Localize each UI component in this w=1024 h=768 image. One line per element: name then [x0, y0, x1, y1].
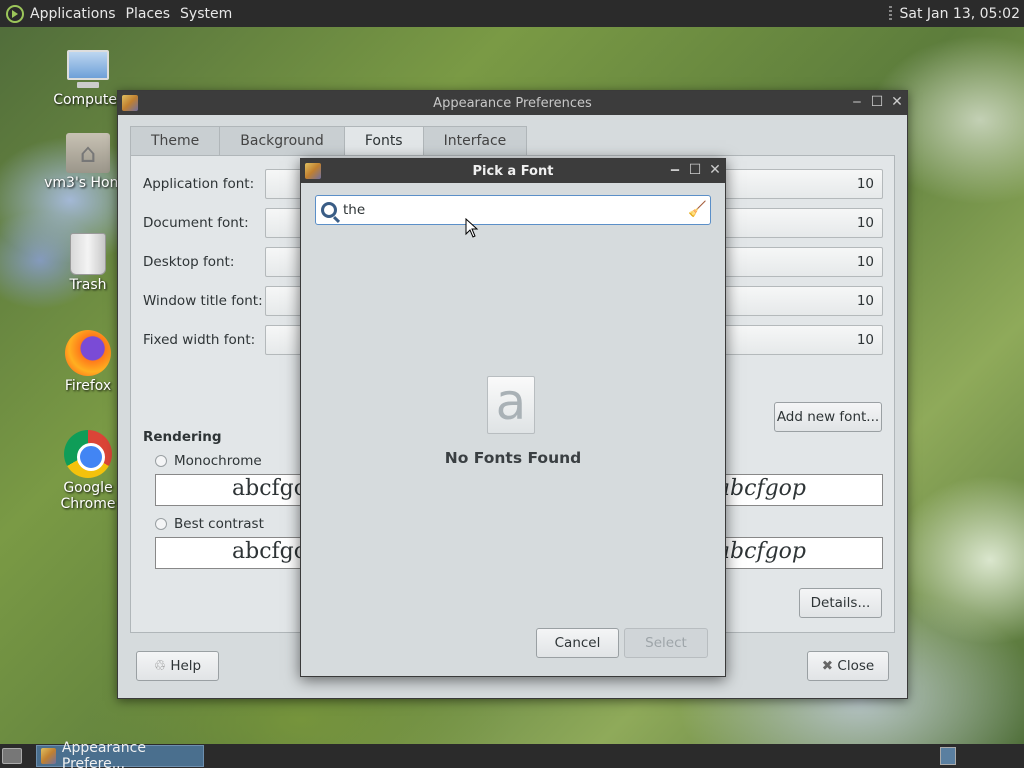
rendering-heading: Rendering	[143, 429, 222, 445]
sample-text-right: abcfgop	[716, 476, 806, 501]
maximize-icon[interactable]: ☐	[687, 162, 703, 178]
dialog-title: Pick a Font	[472, 163, 554, 179]
close-button[interactable]: ✖ Close	[807, 651, 889, 681]
font-size: 10	[856, 215, 874, 231]
radio-button[interactable]	[155, 518, 167, 530]
font-size: 10	[856, 332, 874, 348]
tab-fonts[interactable]: Fonts	[343, 126, 424, 157]
workspace-switcher-icon[interactable]	[940, 747, 956, 765]
tab-background[interactable]: Background	[219, 126, 345, 156]
close-x-icon: ✖	[821, 658, 838, 674]
panel-grip-icon	[888, 5, 892, 22]
search-value: the	[343, 202, 366, 218]
help-button[interactable]: ♲ Help	[136, 651, 219, 681]
firefox-icon	[65, 330, 111, 376]
dialog-titlebar[interactable]: Pick a Font ‒ ☐ ✕	[301, 159, 725, 183]
select-button[interactable]: Select	[624, 628, 708, 658]
appearance-app-icon	[122, 95, 138, 111]
font-search-input[interactable]: the 🧹	[315, 195, 711, 225]
close-icon[interactable]: ✕	[889, 94, 905, 110]
radio-label: Best contrast	[174, 516, 264, 532]
taskbar-item-appearance[interactable]: Appearance Prefere...	[36, 740, 204, 768]
minimize-icon[interactable]: ‒	[849, 94, 865, 110]
search-icon	[321, 202, 337, 218]
no-fonts-icon: a	[487, 376, 535, 434]
close-label: Close	[837, 658, 875, 674]
radio-monochrome[interactable]: Monochrome	[155, 453, 262, 469]
clear-search-icon[interactable]: 🧹	[688, 200, 707, 220]
show-desktop-icon[interactable]	[2, 748, 22, 764]
appearance-app-icon	[305, 163, 321, 179]
font-row-label: Document font:	[143, 215, 249, 231]
minimize-icon[interactable]: ‒	[667, 162, 683, 178]
maximize-icon[interactable]: ☐	[869, 94, 885, 110]
tab-interface[interactable]: Interface	[422, 126, 528, 156]
window-title: Appearance Preferences	[433, 95, 592, 111]
trash-icon	[70, 233, 106, 275]
close-icon[interactable]: ✕	[707, 162, 723, 178]
font-row-label: Fixed width font:	[143, 332, 256, 348]
bottom-panel: Appearance Prefere...	[0, 740, 1024, 768]
font-size: 10	[856, 254, 874, 270]
clock[interactable]: Sat Jan 13, 05:02	[900, 6, 1021, 22]
home-folder-icon	[66, 133, 110, 173]
sample-text-right: abcfgop	[716, 539, 806, 564]
font-row-label: Desktop font:	[143, 254, 235, 270]
radio-button[interactable]	[155, 455, 167, 467]
computer-icon	[65, 50, 111, 90]
no-fonts-message: No Fonts Found	[444, 449, 582, 467]
radio-label: Monochrome	[174, 453, 262, 469]
font-row-label: Window title font:	[143, 293, 263, 309]
clock-area: Sat Jan 13, 05:02	[888, 5, 1024, 22]
chrome-icon	[64, 430, 112, 478]
tab-theme[interactable]: Theme	[130, 126, 221, 156]
distro-logo-icon[interactable]	[6, 4, 24, 23]
cancel-button[interactable]: Cancel	[536, 628, 619, 658]
radio-best-contrast[interactable]: Best contrast	[155, 516, 264, 532]
font-size: 10	[856, 293, 874, 309]
font-size: 10	[856, 176, 874, 192]
window-titlebar[interactable]: Appearance Preferences ‒ ☐ ✕	[118, 91, 907, 115]
menu-places[interactable]: Places	[126, 6, 171, 22]
help-label: Help	[170, 658, 202, 674]
tab-bar: Theme Background Fonts Interface	[130, 126, 528, 157]
details-button[interactable]: Details...	[799, 588, 882, 618]
help-icon: ♲	[153, 658, 171, 674]
add-new-font-button[interactable]: Add new font...	[774, 402, 882, 432]
font-row-label: Application font:	[143, 176, 255, 192]
appearance-app-icon	[41, 748, 56, 764]
menu-applications[interactable]: Applications	[30, 6, 116, 22]
menu-system[interactable]: System	[180, 6, 232, 22]
top-panel: Applications Places System Sat Jan 13, 0…	[0, 0, 1024, 27]
taskbar-item-label: Appearance Prefere...	[61, 740, 146, 768]
pick-a-font-dialog: Pick a Font ‒ ☐ ✕ the 🧹 a No Fonts Found…	[300, 158, 726, 677]
